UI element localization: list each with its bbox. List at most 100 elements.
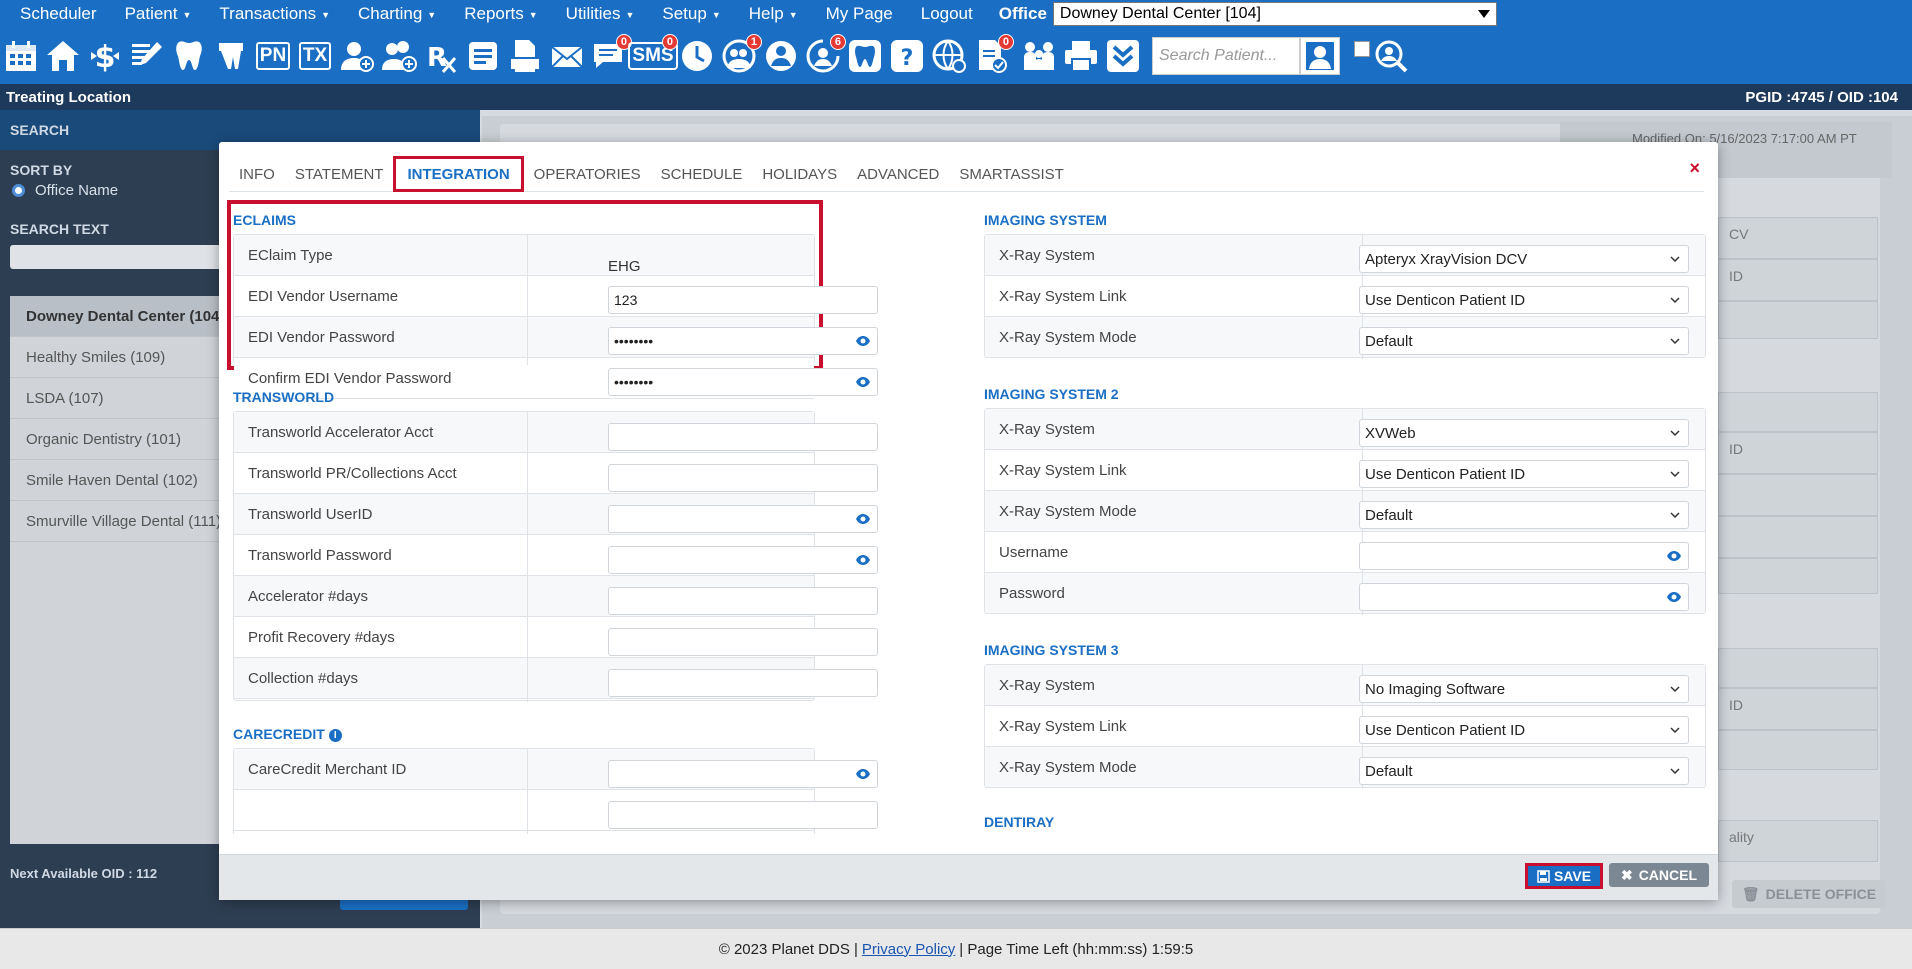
menu-logout[interactable]: Logout — [907, 4, 987, 24]
eye-icon[interactable] — [855, 333, 871, 349]
menu-patient[interactable]: Patient ▼ — [111, 4, 206, 24]
field-label: X-Ray System Mode — [999, 758, 1137, 776]
info-icon[interactable]: i — [328, 729, 342, 742]
clock-icon[interactable] — [678, 36, 716, 76]
toolbar-checkbox[interactable] — [1354, 41, 1370, 57]
profit-recovery-days-input[interactable] — [608, 628, 878, 656]
privacy-policy-link[interactable]: Privacy Policy — [862, 941, 955, 958]
tab-schedule[interactable]: SCHEDULE — [651, 156, 753, 191]
sms-icon[interactable]: SMS 0 — [628, 34, 678, 76]
patient-search-button[interactable] — [1300, 37, 1340, 75]
edit-chart-icon[interactable] — [128, 36, 166, 76]
calendar-icon[interactable] — [2, 36, 40, 76]
xray-system-2-select[interactable]: XVWeb — [1359, 419, 1689, 447]
tab-holidays[interactable]: HOLIDAYS — [752, 156, 847, 191]
transworld-title: TRANSWORLD — [233, 389, 335, 405]
integration-content: ECLAIMS EClaim Type EDI Vendor Username … — [219, 194, 1718, 834]
carecredit-input[interactable] — [608, 801, 878, 829]
notes-icon[interactable] — [464, 36, 502, 76]
transworld-userid-input[interactable] — [608, 505, 878, 533]
xray-link-3-select[interactable]: Use Denticon Patient ID — [1359, 716, 1689, 744]
save-button[interactable]: SAVE — [1525, 863, 1603, 889]
eye-icon[interactable] — [1666, 589, 1682, 605]
edi-username-input[interactable]: 123 — [608, 286, 878, 314]
tab-integration[interactable]: INTEGRATION — [393, 156, 524, 192]
menu-transactions[interactable]: Transactions ▼ — [205, 4, 344, 24]
tooth-question-icon[interactable]: ? — [888, 36, 926, 76]
transworld-password-input[interactable] — [608, 546, 878, 574]
tab-advanced[interactable]: ADVANCED — [847, 156, 949, 191]
transworld-pr-collections-input[interactable] — [608, 464, 878, 492]
tab-statement[interactable]: STATEMENT — [285, 156, 394, 191]
pn-icon[interactable]: PN — [254, 36, 292, 76]
xray-system-3-select[interactable]: No Imaging Software — [1359, 675, 1689, 703]
eye-icon[interactable] — [855, 552, 871, 568]
select-value: Use Denticon Patient ID — [1365, 465, 1526, 483]
field-label: Transworld Password — [248, 546, 392, 564]
print-form-icon[interactable] — [506, 36, 544, 76]
input-value: •••••••• — [614, 333, 654, 349]
tab-smartassist[interactable]: SMARTASSIST — [949, 156, 1073, 191]
home-icon[interactable] — [44, 36, 82, 76]
tooth-roots-icon[interactable] — [212, 36, 250, 76]
treating-location-bar: Treating Location PGID :4745 / OID :104 — [0, 84, 1912, 110]
mail-icon[interactable] — [548, 36, 586, 76]
search-patient-input[interactable]: Search Patient... — [1152, 37, 1300, 75]
globe-group-icon[interactable] — [762, 36, 800, 76]
add-patient-icon[interactable] — [338, 36, 376, 76]
rx-icon[interactable]: R — [422, 36, 460, 76]
edi-password-input[interactable]: •••••••• — [608, 327, 878, 355]
tx-icon[interactable]: TX — [296, 36, 334, 76]
imaging-2-password-input[interactable] — [1359, 583, 1689, 611]
delete-office-button[interactable]: 🗑 DELETE OFFICE — [1732, 880, 1886, 908]
eye-icon[interactable] — [855, 766, 871, 782]
tab-info[interactable]: INFO — [229, 156, 285, 191]
close-icon[interactable]: × — [1689, 158, 1700, 179]
menu-setup[interactable]: Setup ▼ — [648, 4, 734, 24]
xray-link-2-select[interactable]: Use Denticon Patient ID — [1359, 460, 1689, 488]
menu-reports[interactable]: Reports ▼ — [450, 4, 551, 24]
document-check-icon[interactable]: 0 — [972, 34, 1014, 76]
eye-icon[interactable] — [855, 511, 871, 527]
transworld-accelerator-acct-input[interactable] — [608, 423, 878, 451]
imaging-2-username-input[interactable] — [1359, 542, 1689, 570]
menu-scheduler[interactable]: Scheduler — [6, 4, 111, 24]
imaging-system-2-title: IMAGING SYSTEM 2 — [984, 386, 1119, 402]
cancel-button[interactable]: ✖ CANCEL — [1609, 863, 1709, 887]
menu-utilities[interactable]: Utilities ▼ — [552, 4, 649, 24]
printer-icon[interactable] — [1062, 36, 1100, 76]
family-icon[interactable] — [1020, 36, 1058, 76]
xray-system-select[interactable]: Apteryx XrayVision DCV — [1359, 245, 1689, 273]
message-icon[interactable]: 0 — [590, 34, 632, 76]
xray-mode-2-select[interactable]: Default — [1359, 501, 1689, 529]
globe-link-icon[interactable] — [930, 36, 968, 76]
office-select[interactable]: Downey Dental Center [104] — [1052, 2, 1497, 26]
bg-field: ID — [1718, 688, 1878, 730]
chevron-double-down-icon[interactable] — [1104, 36, 1142, 76]
collection-days-input[interactable] — [608, 669, 878, 697]
people-search-icon[interactable] — [1372, 36, 1410, 76]
refresh-user-icon[interactable]: 6 — [804, 34, 846, 76]
tooth-card-icon[interactable] — [846, 36, 884, 76]
menu-help[interactable]: Help ▼ — [735, 4, 812, 24]
tab-operatories[interactable]: OPERATORIES — [524, 156, 651, 191]
xray-link-select[interactable]: Use Denticon Patient ID — [1359, 286, 1689, 314]
next-available-oid: Next Available OID : 112 — [10, 866, 158, 881]
menu-my-page[interactable]: My Page — [812, 4, 907, 24]
add-family-icon[interactable] — [380, 36, 418, 76]
modal-tabs: INFO STATEMENT INTEGRATION OPERATORIES S… — [229, 156, 1704, 192]
page-time-left: | Page Time Left (hh:mm:ss) 1:59:5 — [959, 940, 1194, 958]
tooth-icon[interactable] — [170, 36, 208, 76]
menu-charting[interactable]: Charting ▼ — [344, 4, 450, 24]
xray-mode-3-select[interactable]: Default — [1359, 757, 1689, 785]
accelerator-days-input[interactable] — [608, 587, 878, 615]
globe-people-icon[interactable]: 1 — [720, 34, 762, 76]
xray-mode-select[interactable]: Default — [1359, 327, 1689, 355]
globe-people-badge: 1 — [745, 34, 762, 50]
edi-confirm-password-input[interactable]: •••••••• — [608, 368, 878, 396]
bg-field: ID — [1718, 259, 1878, 301]
eye-icon[interactable] — [855, 374, 871, 390]
eye-icon[interactable] — [1666, 548, 1682, 564]
dollar-icon[interactable]: $ — [86, 36, 124, 76]
carecredit-merchant-input[interactable] — [608, 760, 878, 788]
